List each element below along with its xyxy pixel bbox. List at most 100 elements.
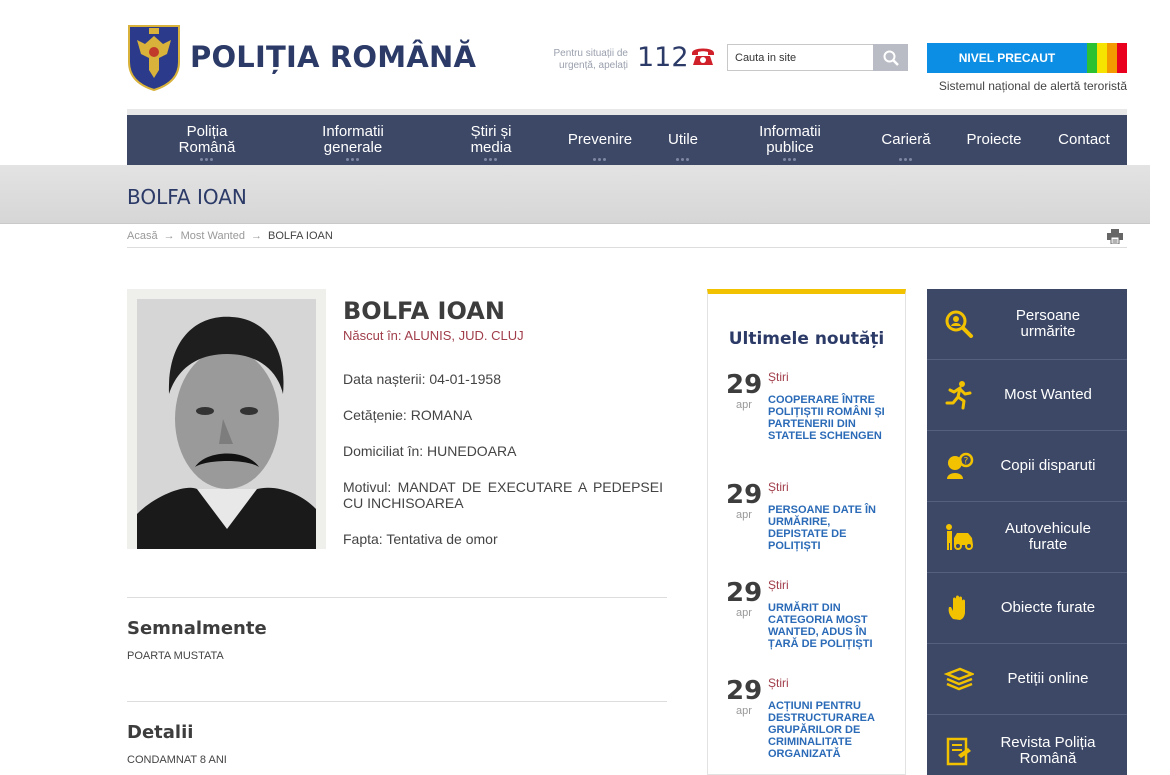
citizenship: Cetățenie: ROMANA — [343, 407, 473, 423]
side-item-obiecte-furate[interactable]: Obiecte furate — [927, 573, 1127, 644]
emergency-number: 112 — [637, 42, 689, 73]
alert-color-yellow — [1097, 43, 1107, 73]
side-item-copii-disparuti[interactable]: ? Copii disparuti — [927, 431, 1127, 502]
running-man-icon — [945, 381, 972, 410]
breadcrumb-arrow-icon: → — [163, 230, 175, 242]
nav-label: Informatii generale — [322, 123, 384, 156]
news-category[interactable]: Știri — [768, 676, 789, 690]
submenu-dots-icon — [484, 158, 498, 161]
suspect-photo — [127, 289, 326, 549]
news-day: 29 — [726, 676, 763, 706]
nav-label: Carieră — [881, 131, 931, 148]
breadcrumb-arrow-icon: → — [250, 230, 262, 242]
side-item-label: Autovehicule furate — [1005, 520, 1091, 553]
nav-item-informatii-publice[interactable]: Informatii publice — [749, 115, 831, 165]
section-divider — [127, 701, 667, 702]
marks-heading: Semnalmente — [127, 618, 267, 639]
birth-place: Născut în: ALUNIS, JUD. CLUJ — [343, 328, 524, 343]
car-thief-icon — [946, 524, 973, 550]
suspect-photo-image — [137, 299, 316, 549]
birth-date: Data nașterii: 04-01-1958 — [343, 371, 501, 387]
police-crest-logo[interactable] — [127, 22, 181, 92]
side-item-revista[interactable]: Revista Poliția Română — [927, 715, 1127, 775]
alert-color-orange — [1107, 43, 1117, 73]
submenu-dots-icon — [676, 158, 690, 161]
side-item-autovehicule-furate[interactable]: Autovehicule furate — [927, 502, 1127, 573]
details-heading: Detalii — [127, 722, 194, 743]
main-nav: Poliția Română Informatii generale Știri… — [127, 115, 1127, 165]
search-button[interactable] — [873, 44, 908, 71]
documents-icon — [944, 667, 974, 691]
side-item-label: Petiții online — [1007, 670, 1089, 687]
magazine-icon — [946, 737, 971, 765]
page-title: BOLFA IOAN — [127, 185, 247, 209]
news-month: apr — [736, 607, 752, 619]
print-icon[interactable] — [1107, 229, 1123, 244]
news-headline[interactable]: PERSOANE DATE ÎN URMĂRIRE, DEPISTATE DE … — [768, 504, 886, 552]
side-item-most-wanted[interactable]: Most Wanted — [927, 360, 1127, 431]
nav-label: Știri și media — [470, 123, 512, 156]
nav-label: Contact — [1058, 131, 1110, 148]
side-item-label: Persoane urmărite — [1015, 307, 1081, 340]
offense: Fapta: Tentativa de omor — [343, 531, 498, 547]
nav-item-utile[interactable]: Utile — [657, 115, 709, 165]
news-heading: Ultimele noutăți — [728, 329, 885, 349]
nav-item-cariera[interactable]: Carieră — [872, 115, 940, 165]
residence: Domiciliat în: HUNEDOARA — [343, 443, 517, 459]
breadcrumb-home[interactable]: Acasă — [127, 230, 158, 242]
svg-text:?: ? — [964, 457, 969, 467]
news-month: apr — [736, 509, 752, 521]
side-item-label: Revista Poliția Română — [1000, 733, 1096, 767]
news-headline[interactable]: URMĂRIT DIN CATEGORIA MOST WANTED, ADUS … — [768, 602, 886, 650]
terror-alert-level[interactable]: NIVEL PRECAUT — [927, 43, 1127, 73]
section-divider — [127, 597, 667, 598]
portrait-illustration — [137, 299, 316, 549]
breadcrumb-current: BOLFA IOAN — [267, 230, 333, 242]
site-brand[interactable]: POLIȚIA ROMÂNĂ — [190, 40, 476, 74]
breadcrumb: Acasă → Most Wanted → BOLFA IOAN — [127, 230, 333, 242]
submenu-dots-icon — [346, 158, 360, 161]
alert-color-green — [1087, 43, 1097, 73]
nav-label: Informatii publice — [759, 123, 821, 156]
submenu-dots-icon — [200, 158, 214, 161]
phone-icon — [692, 48, 714, 65]
news-headline[interactable]: COOPERARE ÎNTRE POLIȚIȘTII ROMÂNI ȘI PAR… — [768, 394, 886, 442]
news-category[interactable]: Știri — [768, 370, 789, 384]
news-month: apr — [736, 705, 752, 717]
submenu-dots-icon — [899, 158, 913, 161]
side-item-persoane-urmarite[interactable]: Persoane urmărite — [927, 289, 1127, 360]
submenu-dots-icon — [593, 158, 607, 161]
side-item-label: Obiecte furate — [1000, 599, 1096, 616]
news-day: 29 — [726, 370, 763, 400]
news-category[interactable]: Știri — [768, 578, 789, 592]
emergency-text: Pentru situații de urgență, apelați — [553, 48, 629, 71]
alert-subtitle[interactable]: Sistemul național de alertă teroristă — [900, 79, 1127, 93]
nav-label: Prevenire — [567, 131, 633, 148]
news-day: 29 — [726, 578, 763, 608]
alert-color-red — [1117, 43, 1127, 73]
breadcrumb-section[interactable]: Most Wanted — [181, 230, 245, 242]
nav-item-politia-romana[interactable]: Poliția Română — [172, 115, 242, 165]
news-headline[interactable]: ACȚIUNI PENTRU DESTRUCTURAREA GRUPĂRILOR… — [768, 700, 886, 760]
page: POLIȚIA ROMÂNĂ Pentru situații de urgenț… — [0, 0, 1170, 775]
child-icon: ? — [947, 452, 974, 479]
nav-item-informatii-generale[interactable]: Informatii generale — [313, 115, 393, 165]
nav-label: Poliția Română — [178, 123, 236, 156]
search-input[interactable]: Cauta in site — [727, 44, 873, 71]
side-item-petitii-online[interactable]: Petiții online — [927, 644, 1127, 715]
marks-text: POARTA MUSTATA — [127, 650, 224, 662]
details-text: CONDAMNAT 8 ANI — [127, 754, 227, 766]
alert-level-label: NIVEL PRECAUT — [927, 43, 1087, 73]
nav-item-proiecte[interactable]: Proiecte — [959, 115, 1029, 165]
search-icon — [883, 50, 899, 66]
nav-item-prevenire[interactable]: Prevenire — [560, 115, 640, 165]
nav-label: Proiecte — [966, 131, 1022, 148]
search-person-icon — [945, 310, 973, 338]
side-item-label: Most Wanted — [1004, 386, 1092, 403]
hand-icon — [948, 595, 965, 620]
news-category[interactable]: Știri — [768, 480, 789, 494]
submenu-dots-icon — [783, 158, 797, 161]
nav-item-stiri-media[interactable]: Știri și media — [456, 115, 526, 165]
nav-item-contact[interactable]: Contact — [1050, 115, 1118, 165]
latest-news-panel: Ultimele noutăți 29 apr Știri COOPERARE … — [707, 289, 906, 775]
